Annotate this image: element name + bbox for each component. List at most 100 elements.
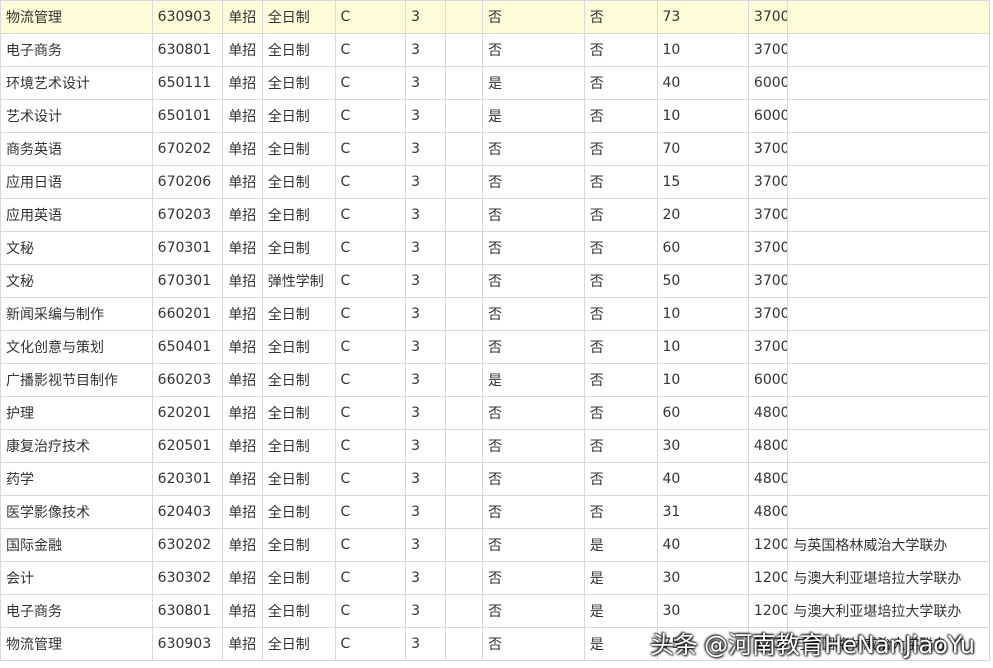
- batch-cell: C: [334, 0, 407, 34]
- batch-cell: C: [334, 99, 407, 133]
- blank-cell: 6000: [747, 66, 789, 100]
- quota-cell: 否: [583, 231, 658, 265]
- art-flag-cell: [444, 165, 484, 199]
- tuition-cell: 30: [656, 429, 749, 463]
- tuition-cell: 50: [656, 264, 749, 298]
- code-cell: 620301: [151, 462, 224, 496]
- batch-cell: C: [334, 396, 407, 430]
- remark-cell: 与英国格林威治大学联办: [787, 528, 990, 562]
- code-cell: 650111: [151, 66, 224, 100]
- blank-cell: 12000: [747, 594, 789, 628]
- art-flag-cell: [444, 561, 484, 595]
- blank-cell: 3700: [747, 132, 789, 166]
- remark-cell: [787, 363, 990, 397]
- admission-type-cell: 单招: [222, 561, 263, 595]
- tuition-cell: 31: [656, 495, 749, 529]
- code-cell: 630801: [151, 33, 224, 67]
- blank-cell: 3700: [747, 330, 789, 364]
- art-flag-cell: [444, 231, 484, 265]
- schooling-mode-cell: 全日制: [261, 330, 336, 364]
- tuition-cell: 40: [656, 462, 749, 496]
- table-row: 电子商务630801单招全日制C3 否是3012000与澳大利亚堪培拉大学联办: [0, 594, 990, 628]
- remark-cell: [787, 165, 990, 199]
- schooling-mode-cell: 全日制: [261, 165, 336, 199]
- tuition-cell: 60: [656, 396, 749, 430]
- duration-cell: 3: [405, 66, 446, 100]
- table-row: 药学 620301 单招 全日制 C 3 否否 40 4800: [0, 462, 990, 496]
- joint-flag-cell: 否: [482, 0, 585, 34]
- quota-cell: 否: [583, 99, 658, 133]
- schooling-mode-cell: 全日制: [261, 594, 336, 628]
- admission-type-cell: 单招: [222, 594, 263, 628]
- batch-cell: C: [334, 165, 407, 199]
- joint-flag-cell: 否: [482, 462, 585, 496]
- quota-cell: 否: [583, 429, 658, 463]
- schooling-mode-cell: 全日制: [261, 627, 336, 661]
- duration-cell: 3: [405, 429, 446, 463]
- admission-type-cell: 单招: [222, 495, 263, 529]
- art-flag-cell: [444, 330, 484, 364]
- schooling-mode-cell: 全日制: [261, 561, 336, 595]
- quota-cell: 否: [583, 264, 658, 298]
- batch-cell: C: [334, 33, 407, 67]
- quota-cell: 否: [583, 297, 658, 331]
- schooling-mode-cell: 全日制: [261, 33, 336, 67]
- quota-cell: 否: [583, 198, 658, 232]
- code-cell: 670301: [151, 264, 224, 298]
- major-cell: 商务英语: [0, 132, 153, 166]
- tuition-cell: 60: [656, 231, 749, 265]
- watermark: 头条 @河南教育HeNanJiaoYu: [650, 625, 975, 660]
- blank-cell: 4800: [747, 429, 789, 463]
- joint-flag-cell: 否: [482, 297, 585, 331]
- joint-flag-cell: 否: [482, 231, 585, 265]
- major-cell: 电子商务: [0, 33, 153, 67]
- code-cell: 660201: [151, 297, 224, 331]
- duration-cell: 3: [405, 132, 446, 166]
- quota-cell: 否: [583, 33, 658, 67]
- major-cell: 文秘: [0, 231, 153, 265]
- table-row: 会计630302单招全日制C3 否是3012000与澳大利亚堪培拉大学联办: [0, 561, 990, 595]
- table-row: 新闻采编与制作 660201 单招 全日制 C 3 否否 10 3700: [0, 297, 990, 331]
- quota-cell: 否: [583, 396, 658, 430]
- duration-cell: 3: [405, 396, 446, 430]
- schooling-mode-cell: 全日制: [261, 396, 336, 430]
- code-cell: 630903: [151, 627, 224, 661]
- joint-flag-cell: 否: [482, 33, 585, 67]
- table-row: 文秘 670301 单招 弹性学制 C 3 否否 50 3700: [0, 264, 990, 298]
- code-cell: 660203: [151, 363, 224, 397]
- major-cell: 药学: [0, 462, 153, 496]
- admission-type-cell: 单招: [222, 165, 263, 199]
- major-cell: 艺术设计: [0, 99, 153, 133]
- art-flag-cell: [444, 0, 484, 34]
- blank-cell: 6000: [747, 99, 789, 133]
- quota-cell: 否: [583, 66, 658, 100]
- admission-type-cell: 单招: [222, 198, 263, 232]
- major-cell: 康复治疗技术: [0, 429, 153, 463]
- remark-cell: [787, 99, 990, 133]
- table-row: 应用英语 670203 单招 全日制 C 3 否否 20 3700: [0, 198, 990, 232]
- duration-cell: 3: [405, 0, 446, 34]
- tuition-cell: 10: [656, 33, 749, 67]
- code-cell: 670206: [151, 165, 224, 199]
- table-row: 商务英语 670202 单招 全日制 C 3 否否 70 3700: [0, 132, 990, 166]
- blank-cell: 3700: [747, 0, 789, 34]
- blank-cell: 4800: [747, 495, 789, 529]
- schooling-mode-cell: 全日制: [261, 462, 336, 496]
- art-flag-cell: [444, 363, 484, 397]
- joint-flag-cell: 否: [482, 627, 585, 661]
- tuition-cell: 10: [656, 99, 749, 133]
- table-row: 电子商务 630801 单招 全日制 C 3 否否 10 3700: [0, 33, 990, 67]
- code-cell: 670202: [151, 132, 224, 166]
- quota-cell: 否: [583, 132, 658, 166]
- major-cell: 会计: [0, 561, 153, 595]
- tuition-cell: 30: [656, 594, 749, 628]
- duration-cell: 3: [405, 264, 446, 298]
- tuition-cell: 10: [656, 297, 749, 331]
- major-cell: 电子商务: [0, 594, 153, 628]
- joint-flag-cell: 否: [482, 396, 585, 430]
- code-cell: 670301: [151, 231, 224, 265]
- remark-cell: [787, 0, 990, 34]
- admission-type-cell: 单招: [222, 132, 263, 166]
- tuition-cell: 40: [656, 66, 749, 100]
- major-cell: 国际金融: [0, 528, 153, 562]
